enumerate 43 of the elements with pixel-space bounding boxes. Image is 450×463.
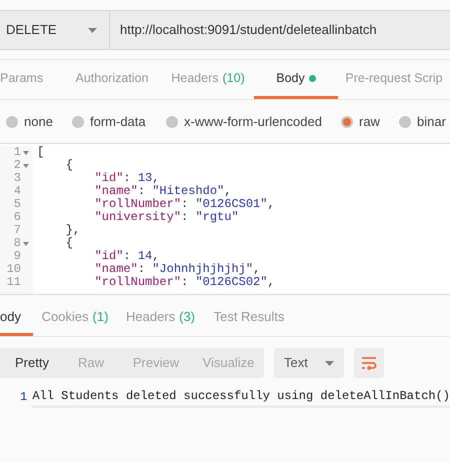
- line-number: 9: [14, 250, 21, 263]
- code-line: "university": "rgtu": [94, 211, 240, 224]
- response-text: All Students deleted successfully using deleteAllInBatch(): [32, 386, 450, 408]
- line-number: 1: [14, 146, 21, 159]
- code-line: {: [64, 237, 74, 250]
- wrap-button[interactable]: [354, 348, 384, 378]
- line-number: 8: [14, 237, 21, 250]
- url-field[interactable]: http://localhost:9091/student/deleteallinbatch: [110, 10, 450, 50]
- request-tab[interactable]: Body: [254, 60, 338, 99]
- code-line: "name": "Hiteshdo",: [94, 185, 232, 198]
- line-number: 11: [6, 276, 21, 289]
- line-number: 3: [14, 172, 21, 185]
- response-tab[interactable]: ody: [0, 301, 33, 336]
- body-mode-radio[interactable]: binar: [399, 112, 450, 132]
- body-mode-radio[interactable]: x-www-form-urlencoded: [166, 112, 341, 132]
- fold-caret-icon[interactable]: [22, 164, 28, 168]
- caret-icon: [325, 360, 334, 366]
- line-number: 10: [6, 263, 21, 276]
- wrap-lines-icon: [361, 356, 377, 370]
- code-line: [: [37, 146, 46, 159]
- code-editor[interactable]: 1 2 3 4 5 6 7 8 9 10 11 [ { "id": 13, "name": "Hiteshdo", "rollNumber": "0126CS01", "university": "rgtu" }, { "id": 14, "name": "Johnhjhjhjhj", "rollNumber": "0126CS02",: [0, 143, 450, 295]
- caret-icon: [88, 28, 97, 32]
- line-number: 1: [19, 389, 28, 406]
- code-line: {: [64, 159, 74, 172]
- body-mode-radio[interactable]: form-data: [72, 112, 166, 132]
- code-line: },: [64, 224, 82, 237]
- code-line: "id": 14,: [94, 250, 160, 263]
- code-line: "rollNumber": "0126CS01",: [94, 198, 275, 211]
- method-dropdown[interactable]: DELETE: [0, 10, 110, 50]
- line-number: 6: [14, 211, 21, 224]
- code-line: "rollNumber": "0126CS02",: [94, 276, 275, 289]
- line-number: 7: [14, 224, 21, 237]
- line-number: 4: [14, 185, 21, 198]
- code-line: "id": 13,: [94, 172, 160, 185]
- line-number: 2: [14, 159, 21, 172]
- view-mode-tab[interactable]: Pretty: [0, 348, 64, 378]
- fold-caret-icon[interactable]: [22, 242, 28, 246]
- body-mode-radio[interactable]: raw: [341, 112, 399, 132]
- line-number: 5: [14, 198, 21, 211]
- format-dropdown[interactable]: Text: [274, 348, 344, 378]
- fold-caret-icon[interactable]: [22, 150, 28, 154]
- code-line: "name": "Johnhjhjhjhj",: [94, 263, 262, 276]
- body-mode-radio[interactable]: none: [6, 112, 72, 132]
